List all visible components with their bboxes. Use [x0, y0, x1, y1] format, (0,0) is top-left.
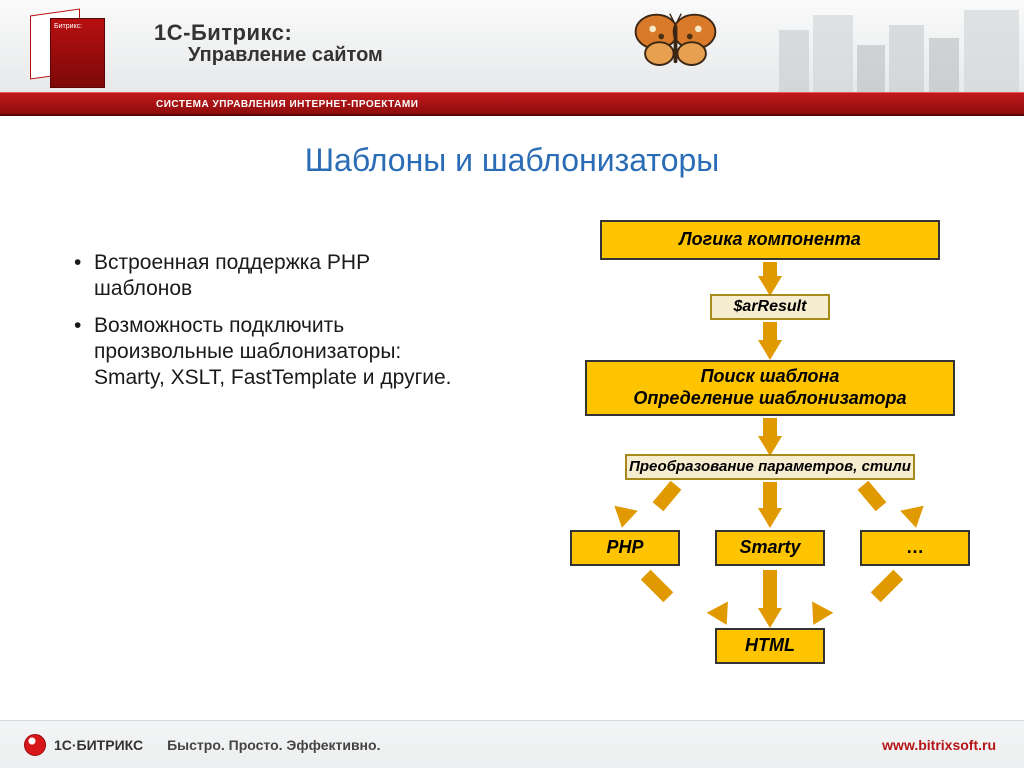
logo-ball-icon	[24, 734, 46, 756]
arrow-icon	[858, 481, 887, 511]
footer-logo-text: 1С·БИТРИКС	[54, 737, 143, 753]
arrow-icon	[763, 570, 777, 608]
list-item: Возможность подключить произвольные шабл…	[72, 313, 462, 392]
node-logic: Логика компонента	[600, 220, 940, 260]
brand-line-2: Управление сайтом	[188, 44, 383, 67]
arrow-icon	[653, 481, 682, 511]
node-other: …	[860, 530, 970, 566]
tagline-bar: СИСТЕМА УПРАВЛЕНИЯ ИНТЕРНЕТ-ПРОЕКТАМИ	[0, 92, 1024, 116]
slide-body: Шаблоны и шаблонизаторы Встроенная подде…	[0, 142, 1024, 732]
node-search: Поиск шаблона Определение шаблонизатора	[585, 360, 955, 416]
arrow-icon	[763, 482, 777, 508]
skyline-graphic	[779, 0, 1024, 92]
node-php: PHP	[570, 530, 680, 566]
node-search-line2: Определение шаблонизатора	[633, 388, 906, 410]
bullet-list: Встроенная поддержка PHP шаблонов Возмож…	[72, 250, 462, 401]
node-html: HTML	[715, 628, 825, 664]
node-smarty: Smarty	[715, 530, 825, 566]
arrow-icon	[758, 508, 782, 528]
footer-tagline: Быстро. Просто. Эффективно.	[167, 737, 380, 753]
arrow-icon	[900, 506, 928, 531]
node-search-line1: Поиск шаблона	[701, 366, 840, 388]
arrow-icon	[758, 276, 782, 296]
node-arresult: $arResult	[710, 294, 830, 320]
slide-header: Битрикс: 1С-Битрикс: Управление сайтом	[0, 0, 1024, 92]
footer-url: www.bitrixsoft.ru	[882, 737, 996, 753]
slide-footer: 1С·БИТРИКС Быстро. Просто. Эффективно. w…	[0, 720, 1024, 768]
arrow-icon	[758, 608, 782, 628]
node-params: Преобразование параметров, стили	[625, 454, 915, 480]
footer-logo: 1С·БИТРИКС	[24, 734, 143, 756]
brand-line-1: 1С-Битрикс:	[154, 20, 383, 46]
brand-title: 1С-Битрикс: Управление сайтом	[154, 20, 383, 67]
arrow-icon	[758, 340, 782, 360]
list-item: Встроенная поддержка PHP шаблонов	[72, 250, 462, 303]
arrow-icon	[758, 436, 782, 456]
product-box-icon: Битрикс:	[30, 8, 118, 96]
slide-title: Шаблоны и шаблонизаторы	[0, 142, 1024, 179]
arrow-icon	[803, 602, 834, 631]
arrow-icon	[871, 570, 904, 603]
butterfly-icon	[628, 8, 723, 78]
arrow-icon	[707, 602, 738, 631]
arrow-icon	[610, 506, 638, 531]
arrow-icon	[641, 570, 674, 603]
